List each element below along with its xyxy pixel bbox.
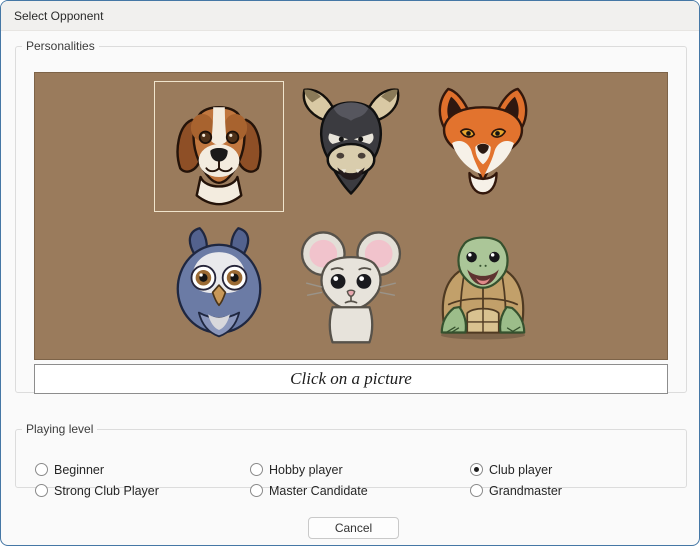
personality-bull[interactable] (285, 80, 417, 213)
radio-label-hobby-player: Hobby player (269, 463, 343, 477)
titlebar[interactable]: Select Opponent (1, 1, 699, 31)
radio-strong-club-player[interactable]: Strong Club Player (35, 483, 159, 498)
playing-level-column-2: Hobby player Master Candidate (250, 462, 368, 498)
dog-icon (160, 83, 278, 209)
personality-dog[interactable] (153, 80, 285, 213)
personalities-board (34, 72, 668, 360)
caption-text: Click on a picture (290, 369, 412, 389)
mouse-icon (295, 226, 407, 346)
radio-label-grandmaster: Grandmaster (489, 484, 562, 498)
radio-circle-grandmaster (470, 484, 483, 497)
radio-circle-beginner (35, 463, 48, 476)
window-title: Select Opponent (14, 9, 103, 23)
radio-circle-club-player (470, 463, 483, 476)
personalities-row-2 (153, 219, 549, 352)
radio-circle-master-candidate (250, 484, 263, 497)
radio-circle-strong-club-player (35, 484, 48, 497)
radio-label-club-player: Club player (489, 463, 552, 477)
personalities-group: Personalities (15, 39, 687, 393)
radio-label-beginner: Beginner (54, 463, 104, 477)
playing-level-column-3: Club player Grandmaster (470, 462, 562, 498)
radio-club-player[interactable]: Club player (470, 462, 562, 477)
playing-level-group: Playing level Beginner Strong Club Playe… (15, 422, 687, 488)
bull-icon (291, 83, 411, 209)
radio-beginner[interactable]: Beginner (35, 462, 159, 477)
personality-turtle[interactable] (417, 219, 549, 352)
radio-hobby-player[interactable]: Hobby player (250, 462, 368, 477)
personalities-group-label: Personalities (22, 39, 99, 53)
fox-icon (425, 83, 541, 209)
owl-icon (164, 226, 274, 346)
playing-level-column-1: Beginner Strong Club Player (35, 462, 159, 498)
personality-fox[interactable] (417, 80, 549, 213)
personality-owl[interactable] (153, 219, 285, 352)
personalities-row-1 (153, 80, 549, 213)
playing-level-group-label: Playing level (22, 422, 97, 436)
radio-circle-hobby-player (250, 463, 263, 476)
cancel-button[interactable]: Cancel (308, 517, 399, 539)
radio-master-candidate[interactable]: Master Candidate (250, 483, 368, 498)
radio-label-master-candidate: Master Candidate (269, 484, 368, 498)
radio-grandmaster[interactable]: Grandmaster (470, 483, 562, 498)
personality-mouse[interactable] (285, 219, 417, 352)
caption-bar: Click on a picture (34, 364, 668, 394)
radio-label-strong-club-player: Strong Club Player (54, 484, 159, 498)
select-opponent-dialog: Select Opponent Personalities (0, 0, 700, 546)
turtle-icon (425, 229, 541, 343)
